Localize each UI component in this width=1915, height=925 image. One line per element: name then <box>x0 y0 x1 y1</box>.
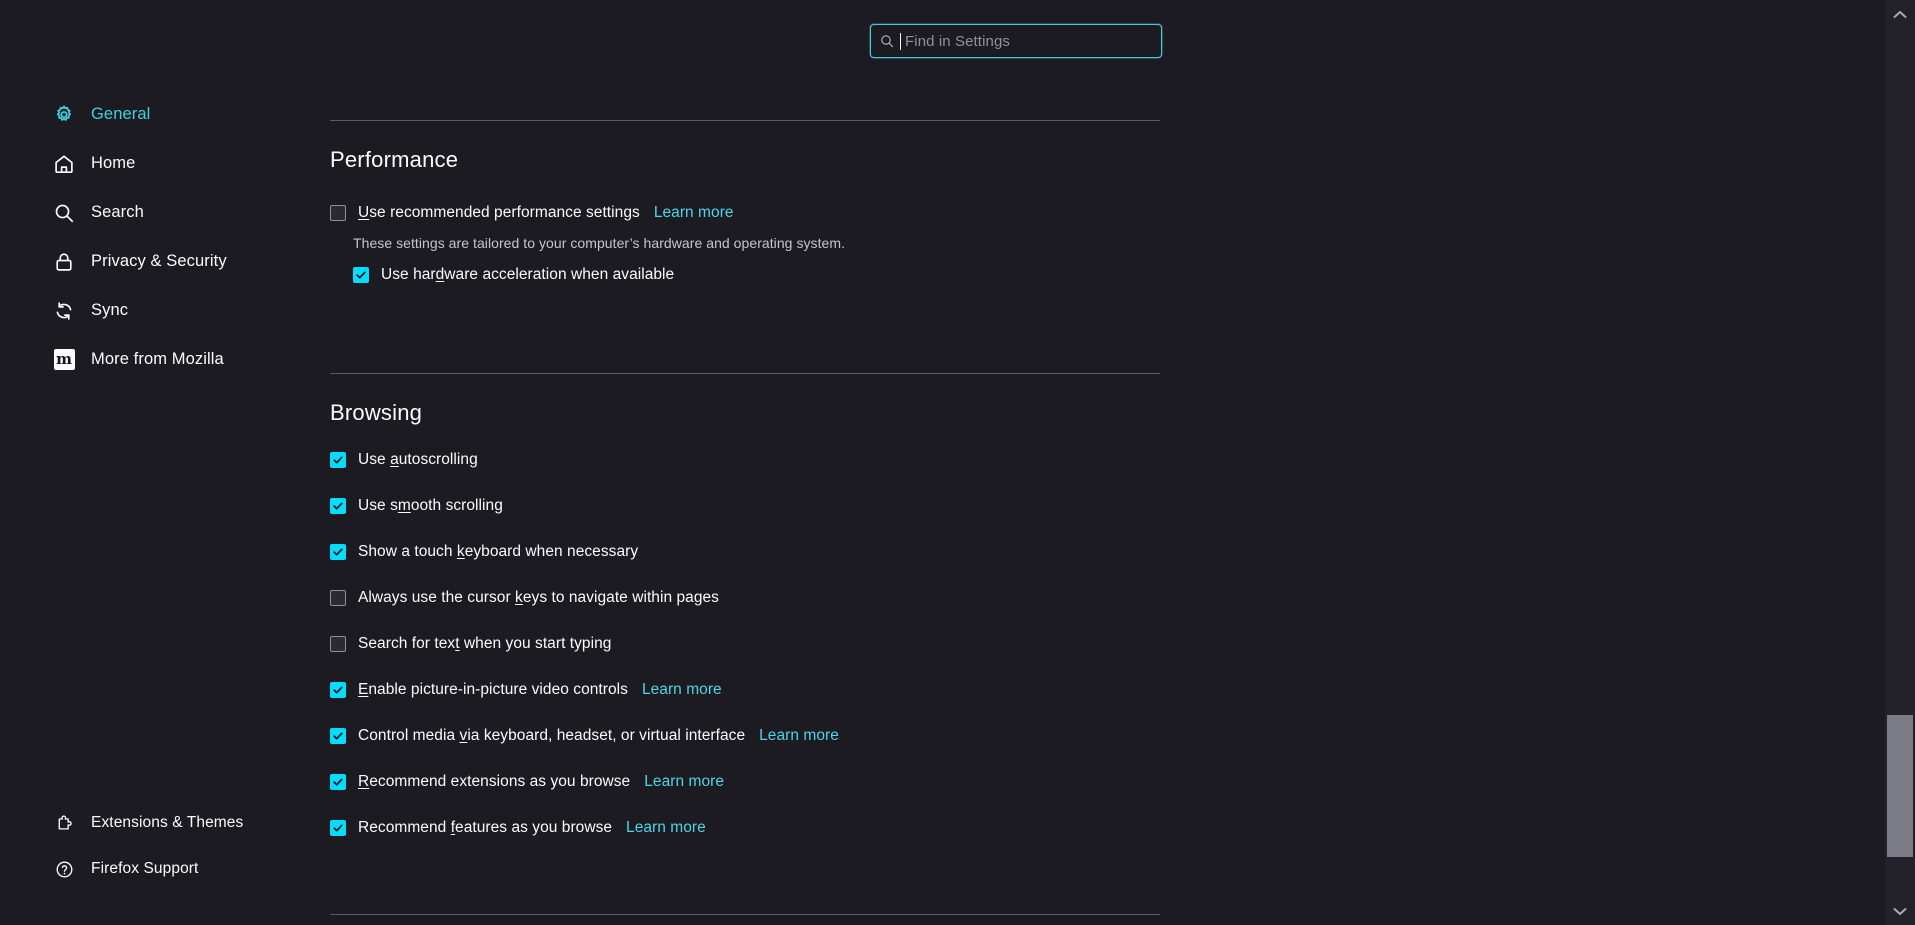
section-title-performance: Performance <box>330 147 458 173</box>
checkbox-hardware-acceleration[interactable] <box>353 267 369 283</box>
learn-more-link[interactable]: Learn more <box>654 204 734 222</box>
checkbox-search-for-text[interactable] <box>330 636 346 652</box>
setting-row-search-for-text[interactable]: Search for text when you start typing <box>330 633 611 655</box>
sidebar-footer-list: Extensions & Themes Firefox Support <box>0 808 330 900</box>
sidebar-item-home[interactable]: Home <box>0 147 330 180</box>
checkbox-smooth-scrolling[interactable] <box>330 498 346 514</box>
setting-label: Use recommended performance settings <box>358 204 640 222</box>
search-icon <box>52 201 76 225</box>
learn-more-link[interactable]: Learn more <box>642 681 722 699</box>
help-circle-icon <box>54 859 74 879</box>
sidebar-nav-list: General Home Search <box>0 98 330 392</box>
sidebar-item-more-from-mozilla[interactable]: m More from Mozilla <box>0 343 330 376</box>
sidebar-item-sync[interactable]: Sync <box>0 294 330 327</box>
setting-row-recommended-performance[interactable]: Use recommended performance settings Lea… <box>330 202 734 224</box>
setting-label: Always use the cursor keys to navigate w… <box>358 589 719 607</box>
sidebar: General Home Search <box>0 0 330 925</box>
sidebar-item-firefox-support[interactable]: Firefox Support <box>0 854 330 884</box>
setting-row-recommend-extensions[interactable]: Recommend extensions as you browse Learn… <box>330 771 724 793</box>
setting-row-picture-in-picture[interactable]: Enable picture-in-picture video controls… <box>330 679 722 701</box>
mozilla-icon: m <box>52 348 76 372</box>
divider-bottom <box>330 914 1160 915</box>
gear-icon <box>52 103 76 127</box>
sidebar-item-label: More from Mozilla <box>91 350 224 369</box>
sidebar-item-search[interactable]: Search <box>0 196 330 229</box>
lock-icon <box>52 250 76 274</box>
checkbox-cursor-keys[interactable] <box>330 590 346 606</box>
setting-label: Search for text when you start typing <box>358 635 611 653</box>
setting-row-autoscrolling[interactable]: Use autoscrolling <box>330 449 478 471</box>
sidebar-item-label: Extensions & Themes <box>91 814 243 832</box>
checkbox-recommended-performance[interactable] <box>330 205 346 221</box>
setting-row-recommend-features[interactable]: Recommend features as you browse Learn m… <box>330 817 706 839</box>
setting-label: Control media via keyboard, headset, or … <box>358 727 745 745</box>
settings-page: Find in Settings General <box>0 0 1915 925</box>
vertical-scrollbar[interactable] <box>1885 0 1915 925</box>
sidebar-item-label: General <box>91 105 150 124</box>
puzzle-icon <box>54 813 74 833</box>
chevron-down-icon[interactable] <box>1885 897 1915 925</box>
sidebar-item-label: Search <box>91 203 144 222</box>
sidebar-item-label: Home <box>91 154 135 173</box>
learn-more-link[interactable]: Learn more <box>759 727 839 745</box>
checkbox-control-media[interactable] <box>330 728 346 744</box>
checkbox-picture-in-picture[interactable] <box>330 682 346 698</box>
divider-middle <box>330 373 1160 374</box>
setting-label: Recommend features as you browse <box>358 819 612 837</box>
setting-row-cursor-keys[interactable]: Always use the cursor keys to navigate w… <box>330 587 719 609</box>
setting-row-hardware-acceleration[interactable]: Use hardware acceleration when available <box>353 264 674 286</box>
checkbox-autoscrolling[interactable] <box>330 452 346 468</box>
sidebar-item-general[interactable]: General <box>0 98 330 131</box>
setting-label: Show a touch keyboard when necessary <box>358 543 638 561</box>
checkbox-recommend-extensions[interactable] <box>330 774 346 790</box>
sidebar-item-label: Privacy & Security <box>91 252 227 271</box>
divider-top <box>330 120 1160 121</box>
sidebar-item-extensions-themes[interactable]: Extensions & Themes <box>0 808 330 838</box>
setting-row-smooth-scrolling[interactable]: Use smooth scrolling <box>330 495 503 517</box>
chevron-up-icon[interactable] <box>1885 0 1915 28</box>
learn-more-link[interactable]: Learn more <box>626 819 706 837</box>
setting-description: These settings are tailored to your comp… <box>353 235 845 251</box>
setting-label: Use hardware acceleration when available <box>381 266 674 284</box>
setting-label: Recommend extensions as you browse <box>358 773 630 791</box>
setting-label: Enable picture-in-picture video controls <box>358 681 628 699</box>
sidebar-item-label: Sync <box>91 301 128 320</box>
scrollbar-thumb[interactable] <box>1887 715 1913 857</box>
learn-more-link[interactable]: Learn more <box>644 773 724 791</box>
section-title-browsing: Browsing <box>330 400 422 426</box>
setting-label: Use smooth scrolling <box>358 497 503 515</box>
checkbox-touch-keyboard[interactable] <box>330 544 346 560</box>
sync-icon <box>52 299 76 323</box>
sidebar-item-label: Firefox Support <box>91 860 198 878</box>
settings-main: Performance Use recommended performance … <box>330 0 1860 925</box>
mozilla-badge-letter: m <box>54 349 75 370</box>
sidebar-item-privacy-security[interactable]: Privacy & Security <box>0 245 330 278</box>
home-icon <box>52 152 76 176</box>
checkbox-recommend-features[interactable] <box>330 820 346 836</box>
setting-row-control-media[interactable]: Control media via keyboard, headset, or … <box>330 725 839 747</box>
setting-label: Use autoscrolling <box>358 451 478 469</box>
setting-row-touch-keyboard[interactable]: Show a touch keyboard when necessary <box>330 541 638 563</box>
